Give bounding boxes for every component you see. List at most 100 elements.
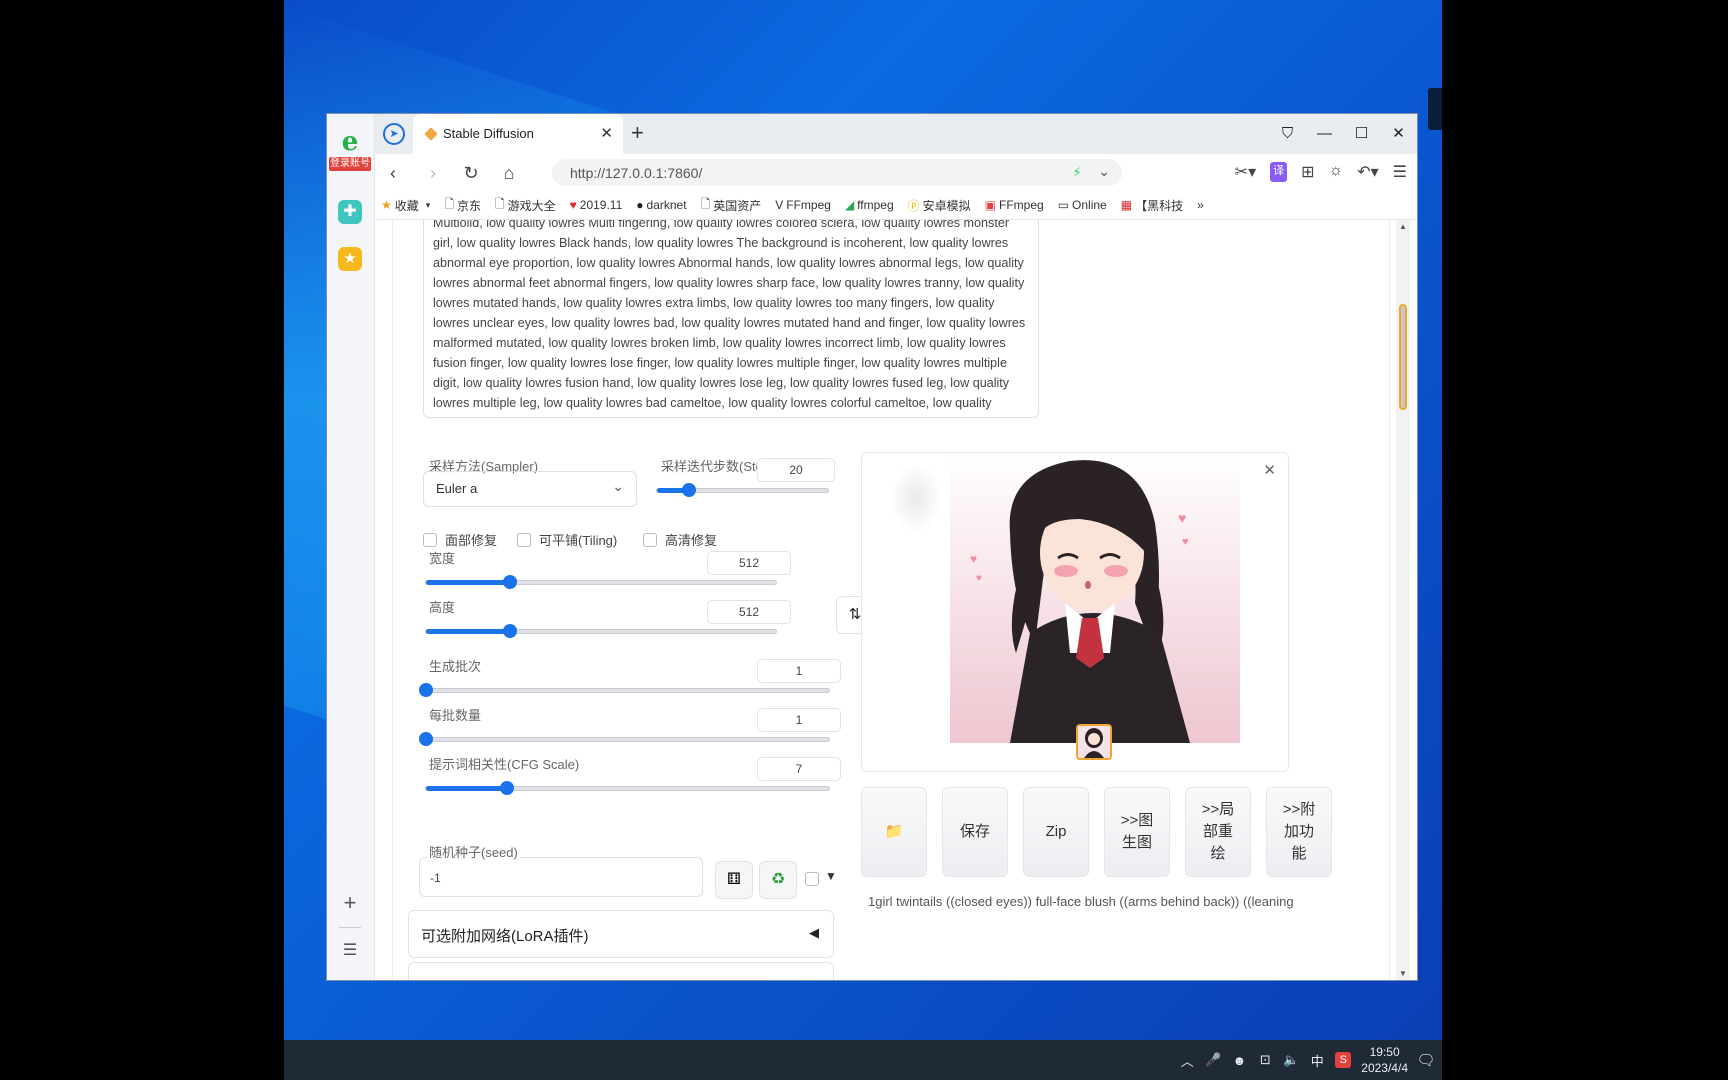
zip-button[interactable]: Zip xyxy=(1023,787,1089,877)
qq-icon[interactable]: ☻ xyxy=(1231,1052,1247,1068)
batch-count-slider[interactable] xyxy=(419,683,830,697)
login-button[interactable]: 登录账号 xyxy=(329,157,371,171)
page-scrollbar[interactable]: ▲ ▼ xyxy=(1396,220,1410,980)
lora-accordion[interactable]: 可选附加网络(LoRA插件) ◀ xyxy=(408,910,834,958)
steps-slider-thumb[interactable] xyxy=(682,483,697,497)
notification-icon[interactable]: 🗨 xyxy=(1416,1052,1435,1069)
tiling-checkbox[interactable]: 可平铺(Tiling) xyxy=(517,530,617,549)
network-icon[interactable]: ⊡ xyxy=(1257,1052,1273,1068)
tab-stable-diffusion[interactable]: Stable Diffusion ✕ xyxy=(413,114,623,154)
bookmark-item[interactable]: V FFmpeg xyxy=(775,198,831,212)
cfg-scale-slider[interactable] xyxy=(425,781,830,795)
scrollbar-thumb[interactable] xyxy=(1399,304,1407,410)
batch-count-slider-thumb[interactable] xyxy=(419,683,433,697)
send-to-inpaint-button[interactable]: >>局部重绘 xyxy=(1185,787,1251,877)
bookmarks-more-button[interactable]: » xyxy=(1197,198,1204,212)
lora-accordion-label: 可选附加网络(LoRA插件) xyxy=(421,928,589,945)
hires-fix-checkbox[interactable]: 高清修复 xyxy=(643,530,717,549)
batch-size-slider[interactable] xyxy=(419,732,830,746)
undo-icon[interactable]: ↶▾ xyxy=(1357,162,1378,182)
cfg-scale-slider-thumb[interactable] xyxy=(499,781,514,795)
seed-input[interactable]: -1 xyxy=(419,857,703,897)
menu-icon[interactable]: ☰ xyxy=(1393,162,1407,182)
bookmark-item[interactable]: ▣ FFmpeg xyxy=(985,198,1044,212)
volume-icon[interactable]: 🔈 xyxy=(1283,1052,1299,1068)
bookmark-label: FFmpeg xyxy=(999,198,1044,212)
cfg-scale-number-input[interactable]: 7 xyxy=(757,757,841,781)
open-folder-button[interactable]: 📁 xyxy=(861,787,927,877)
extra-seed-checkbox[interactable] xyxy=(805,872,819,886)
sogou-icon[interactable]: S xyxy=(1335,1052,1352,1068)
translate-icon[interactable]: 译 xyxy=(1270,162,1288,182)
send-to-img2img-button[interactable]: >>图生图 xyxy=(1104,787,1170,877)
url-dropdown-icon[interactable]: ⌄ xyxy=(1098,163,1110,180)
scissors-icon[interactable]: ✂▾ xyxy=(1235,162,1256,182)
save-button[interactable]: 保存 xyxy=(942,787,1008,877)
generated-image[interactable]: ♥ ♥ ♥ ♥ xyxy=(950,453,1240,743)
height-slider[interactable] xyxy=(425,624,777,638)
scroll-down-icon[interactable]: ▼ xyxy=(1399,969,1407,978)
bookmark-item[interactable]: 🗋 京东 xyxy=(444,195,481,216)
width-slider-thumb[interactable] xyxy=(503,575,517,589)
hires-fix-box[interactable] xyxy=(643,532,657,547)
sidebar-app-plus-icon[interactable]: ✚ xyxy=(338,200,362,224)
home-icon[interactable]: ⌂ xyxy=(496,160,522,186)
face-restore-box[interactable] xyxy=(423,532,437,547)
bookmark-item[interactable]: ▭ Online xyxy=(1058,198,1107,212)
scroll-up-icon[interactable]: ▲ xyxy=(1399,222,1407,231)
negative-prompt-textarea[interactable]: Multiolid, low quality lowres Multi fing… xyxy=(423,220,1039,418)
bookmark-item[interactable]: ♥ 2019.11 xyxy=(570,198,623,212)
gallery-close-icon[interactable]: ✕ xyxy=(1263,461,1276,479)
close-window-icon[interactable]: ✕ xyxy=(1380,114,1417,154)
url-field[interactable]: http://127.0.0.1:7860/ ⚡ ⌄ xyxy=(552,159,1122,186)
tray-expand-icon[interactable]: ︿ xyxy=(1179,1052,1195,1069)
sidebar-list-icon[interactable]: ☰ xyxy=(339,940,361,962)
bookmark-item[interactable]: ● darknet xyxy=(636,198,686,212)
microphone-icon[interactable]: 🎤 xyxy=(1205,1052,1221,1068)
sampler-select[interactable]: Euler a ⌄ xyxy=(423,471,637,507)
height-number-input[interactable]: 512 xyxy=(707,600,791,624)
bookmark-item[interactable]: ⓟ 安卓模拟 xyxy=(908,197,971,214)
clock[interactable]: 19:50 2023/4/4 xyxy=(1361,1044,1408,1076)
back-icon[interactable]: ‹ xyxy=(380,160,406,186)
next-accordion[interactable] xyxy=(408,962,834,980)
desktop-side-tab[interactable] xyxy=(1428,88,1442,130)
batch-size-slider-thumb[interactable] xyxy=(419,732,433,746)
batch-count-number-input[interactable]: 1 xyxy=(757,659,841,683)
reload-icon[interactable]: ↻ xyxy=(458,160,484,186)
gallery-thumbnail[interactable] xyxy=(1076,724,1112,760)
tab-close-icon[interactable]: ✕ xyxy=(600,124,613,142)
lightning-icon[interactable]: ⚡ xyxy=(1072,164,1082,181)
compass-icon[interactable]: ➤ xyxy=(383,123,405,145)
width-slider[interactable] xyxy=(425,575,777,589)
new-tab-icon[interactable]: + xyxy=(631,122,644,144)
bookmark-item[interactable]: ★ 收藏 ▾ xyxy=(381,197,430,214)
v-icon: V xyxy=(775,198,784,212)
face-restore-checkbox[interactable]: 面部修复 xyxy=(423,530,497,549)
random-seed-dice-icon[interactable]: ⚅ xyxy=(715,861,753,899)
apps-grid-icon[interactable]: ⊞ xyxy=(1301,162,1314,182)
maximize-icon[interactable]: ☐ xyxy=(1343,114,1380,154)
steps-slider[interactable] xyxy=(656,483,829,497)
tiling-box[interactable] xyxy=(517,532,531,547)
bookmark-item[interactable]: ◢ ffmpeg xyxy=(845,198,894,212)
width-number-input[interactable]: 512 xyxy=(707,551,791,575)
browser-logo-icon[interactable]: e xyxy=(336,129,364,155)
forward-icon[interactable]: › xyxy=(420,160,446,186)
minimize-icon[interactable]: — xyxy=(1306,114,1343,154)
send-to-extras-button[interactable]: >>附加功能 xyxy=(1266,787,1332,877)
extra-seed-expand-icon[interactable]: ▼ xyxy=(825,869,837,883)
bookmark-item[interactable]: 🗋 游戏大全 xyxy=(495,195,556,216)
bookmark-item[interactable]: ▦ 【黑科技 xyxy=(1121,197,1183,214)
reuse-seed-recycle-icon[interactable]: ♻ xyxy=(759,861,797,899)
batch-size-number-input[interactable]: 1 xyxy=(757,708,841,732)
sidebar-favorites-icon[interactable]: ★ xyxy=(338,247,362,271)
skin-icon[interactable]: ⛉ xyxy=(1269,114,1306,154)
brightness-icon[interactable]: ☼ xyxy=(1329,162,1344,182)
bookmark-item[interactable]: 🗋 英国资产 xyxy=(701,195,762,216)
ime-indicator[interactable]: 中 xyxy=(1309,1052,1325,1069)
chevron-down-icon[interactable]: ▾ xyxy=(426,200,431,211)
height-slider-thumb[interactable] xyxy=(503,624,517,638)
sidebar-add-icon[interactable]: + xyxy=(339,892,361,914)
steps-number-input[interactable]: 20 xyxy=(757,458,835,482)
